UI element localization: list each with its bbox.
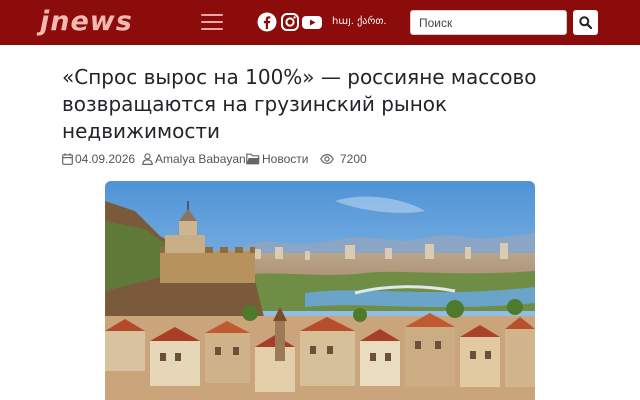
eye-icon bbox=[320, 153, 334, 165]
user-icon bbox=[142, 153, 153, 165]
search-button[interactable] bbox=[573, 10, 598, 35]
facebook-icon[interactable] bbox=[257, 12, 277, 32]
folder-icon bbox=[246, 153, 260, 165]
article-author-text[interactable]: Amalya Babayan bbox=[155, 151, 246, 167]
instagram-icon[interactable] bbox=[280, 12, 300, 32]
site-header: JNEWS հայ. ქართ. bbox=[0, 0, 640, 45]
article-category-text[interactable]: Новости bbox=[262, 151, 308, 167]
youtube-icon[interactable] bbox=[301, 12, 323, 32]
article-hero-image bbox=[105, 181, 535, 400]
article-date-text: 04.09.2026 bbox=[75, 152, 136, 166]
hamburger-menu-icon[interactable] bbox=[201, 14, 223, 31]
language-switch[interactable]: հայ. ქართ. bbox=[332, 14, 387, 30]
article-views-count: 7200 bbox=[340, 152, 367, 166]
site-logo[interactable]: JNEWS bbox=[40, 7, 133, 37]
search-input[interactable] bbox=[410, 10, 567, 35]
calendar-icon bbox=[62, 153, 73, 165]
article-title: «Спрос вырос на 100%» — россияне массово… bbox=[62, 65, 537, 143]
search-icon bbox=[579, 16, 592, 29]
